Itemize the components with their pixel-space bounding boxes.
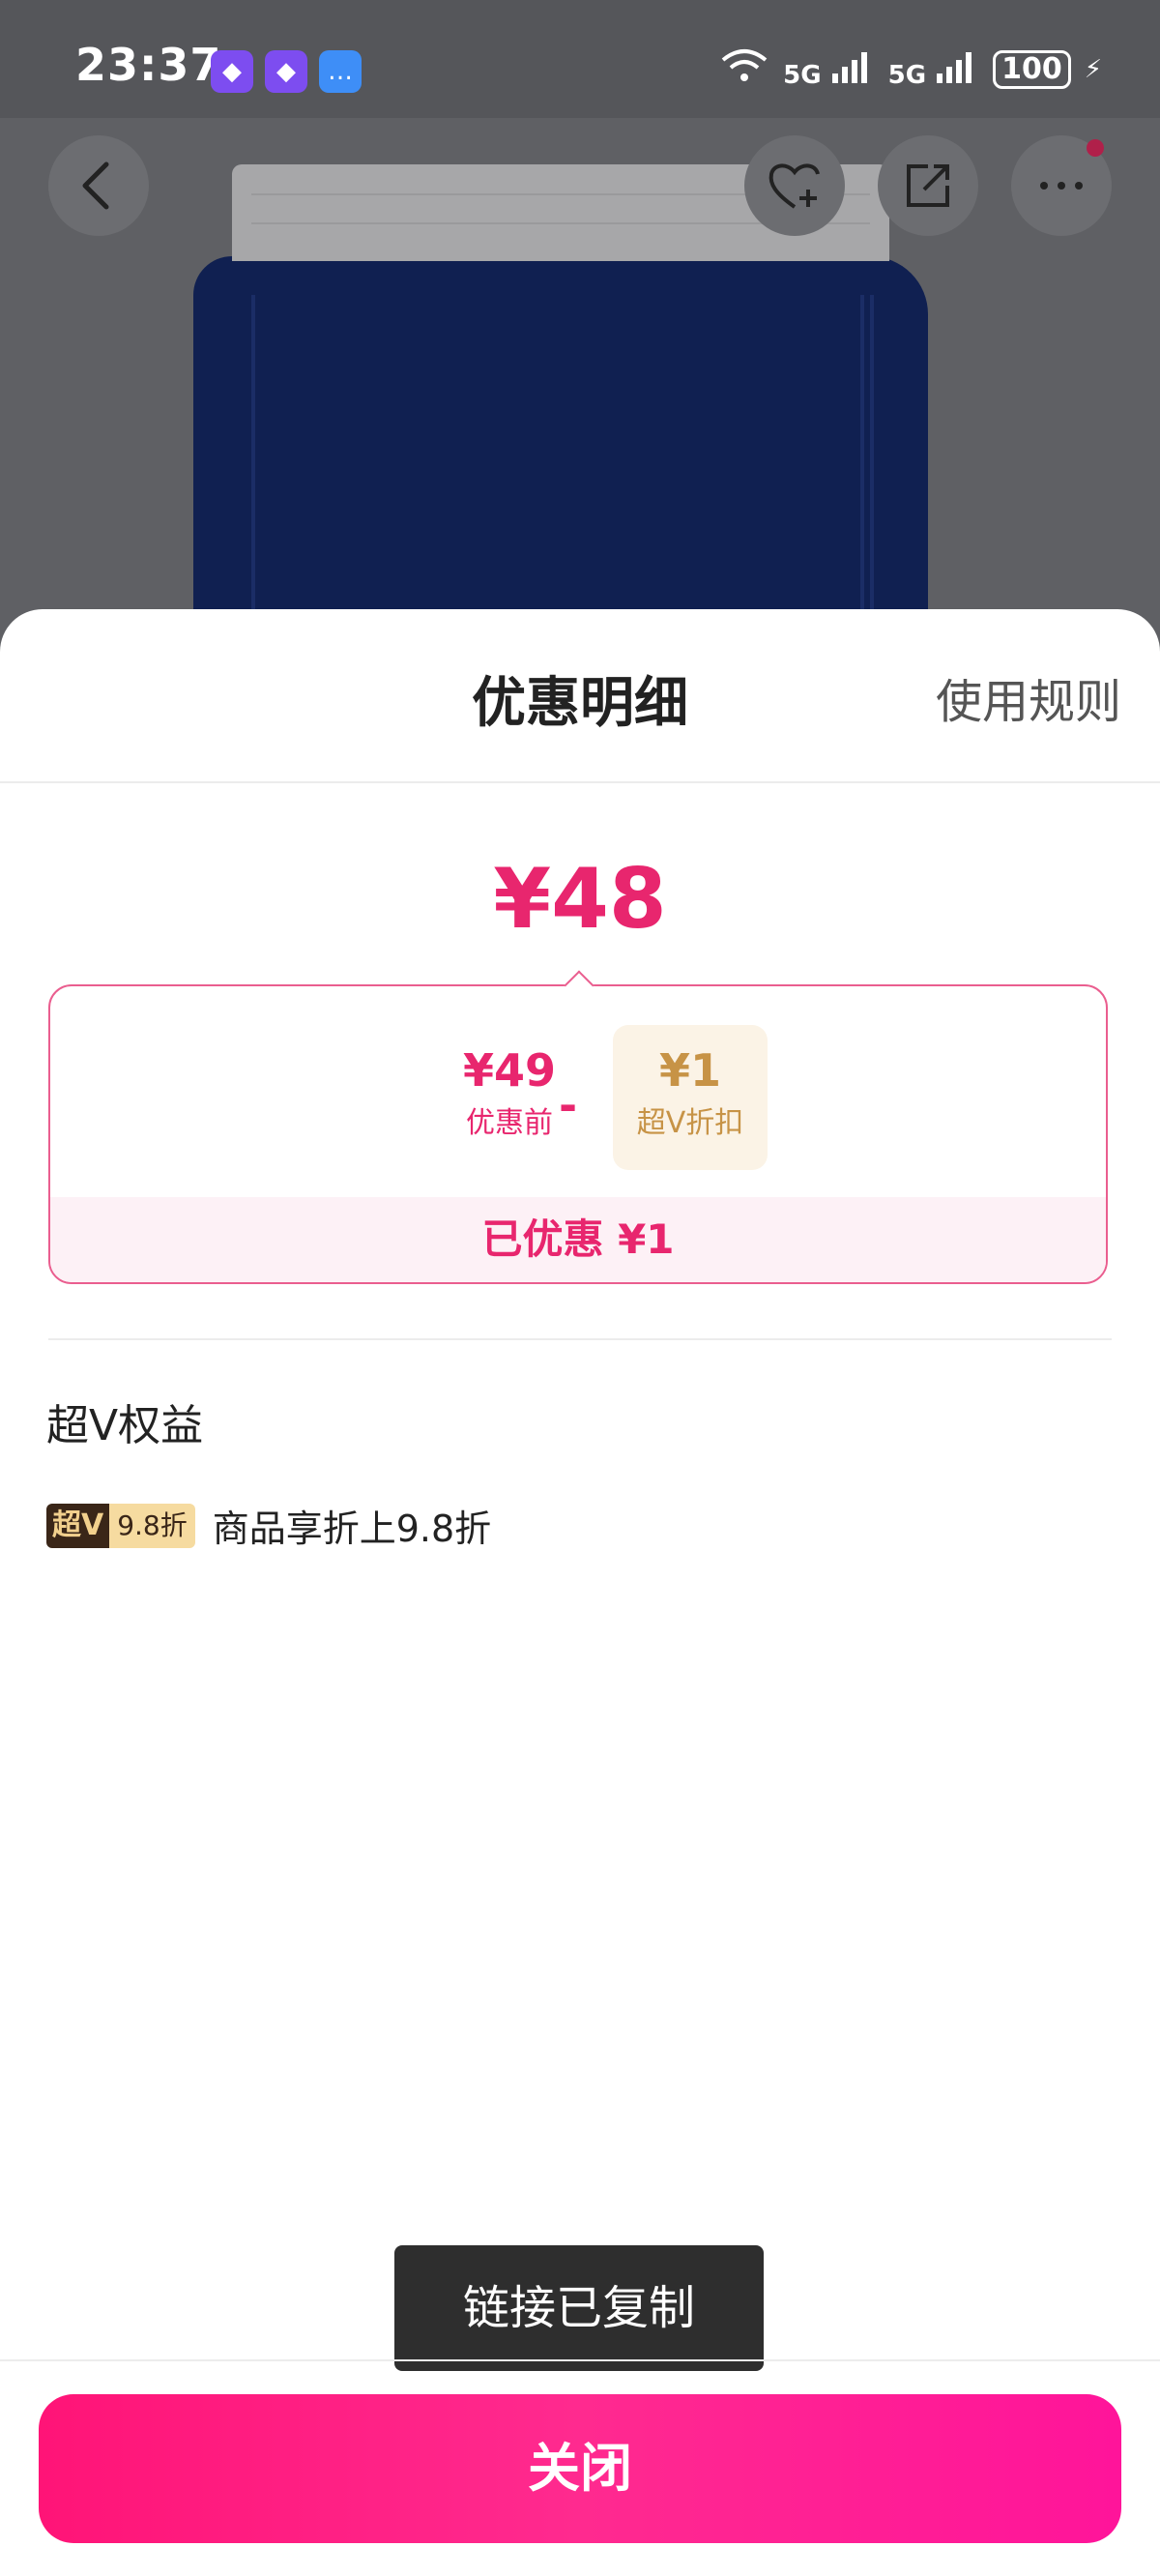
chevron-left-icon [82, 161, 109, 210]
more-button[interactable] [1011, 135, 1112, 236]
original-price: ¥49 [462, 1044, 557, 1097]
final-price: ¥48 [493, 851, 667, 948]
super-v-badge-label: 超V [46, 1503, 110, 1548]
signal-icon-1: 5G [783, 48, 875, 90]
close-button[interactable]: 关闭 [39, 2394, 1121, 2543]
more-dots-icon [1040, 182, 1083, 190]
super-v-discount-chip: ¥1 超V折扣 [613, 1025, 768, 1170]
saved-amount: 已优惠 ¥1 [50, 1197, 1106, 1282]
product-shorts-image [193, 164, 928, 677]
divider [48, 1338, 1112, 1340]
app-notification-icon: ◆ [211, 50, 253, 93]
super-v-badge-rate: 9.8折 [109, 1503, 195, 1548]
wifi-icon [719, 46, 769, 92]
footer-divider [0, 2359, 1160, 2361]
status-time: 23:37 [75, 39, 222, 91]
charging-icon: ⚡ [1084, 54, 1102, 84]
minus-sign: - [559, 1079, 578, 1131]
heart-plus-icon [768, 163, 820, 209]
share-button[interactable] [878, 135, 978, 236]
favorite-button[interactable] [744, 135, 845, 236]
sheet-header: 优惠明细 使用规则 [0, 609, 1160, 783]
share-icon [907, 164, 949, 207]
back-button[interactable] [48, 135, 149, 236]
toast-message: 链接已复制 [394, 2245, 764, 2371]
battery-icon: 100 [993, 49, 1071, 89]
benefit-text: 商品享折上9.8折 [212, 1508, 492, 1550]
price-breakdown-box: ¥49 优惠前 - ¥1 超V折扣 已优惠 ¥1 [48, 984, 1108, 1284]
message-icon: … [319, 50, 362, 93]
notification-dot [1087, 139, 1104, 157]
super-v-badge: 超V 9.8折 [46, 1503, 195, 1548]
network-type: 5G [887, 61, 927, 90]
usage-rules-link[interactable]: 使用规则 [936, 663, 1121, 731]
app-notification-icon: ◆ [265, 50, 307, 93]
benefit-row: 超V 9.8折 商品享折上9.8折 [46, 1499, 491, 1552]
network-type: 5G [783, 61, 822, 90]
system-icons: 5G 5G 100 ⚡ [719, 46, 1102, 92]
status-bar: 23:37 ◆ ◆ … 5G 5G 100 ⚡ [0, 0, 1160, 118]
original-price-block: ¥49 优惠前 [398, 1044, 621, 1141]
super-v-benefits-title: 超V权益 [46, 1401, 204, 1450]
signal-icon-2: 5G [888, 48, 980, 90]
discount-label: 超V折扣 [636, 1106, 744, 1140]
discount-amount: ¥1 [658, 1044, 721, 1097]
original-price-label: 优惠前 [466, 1106, 553, 1140]
